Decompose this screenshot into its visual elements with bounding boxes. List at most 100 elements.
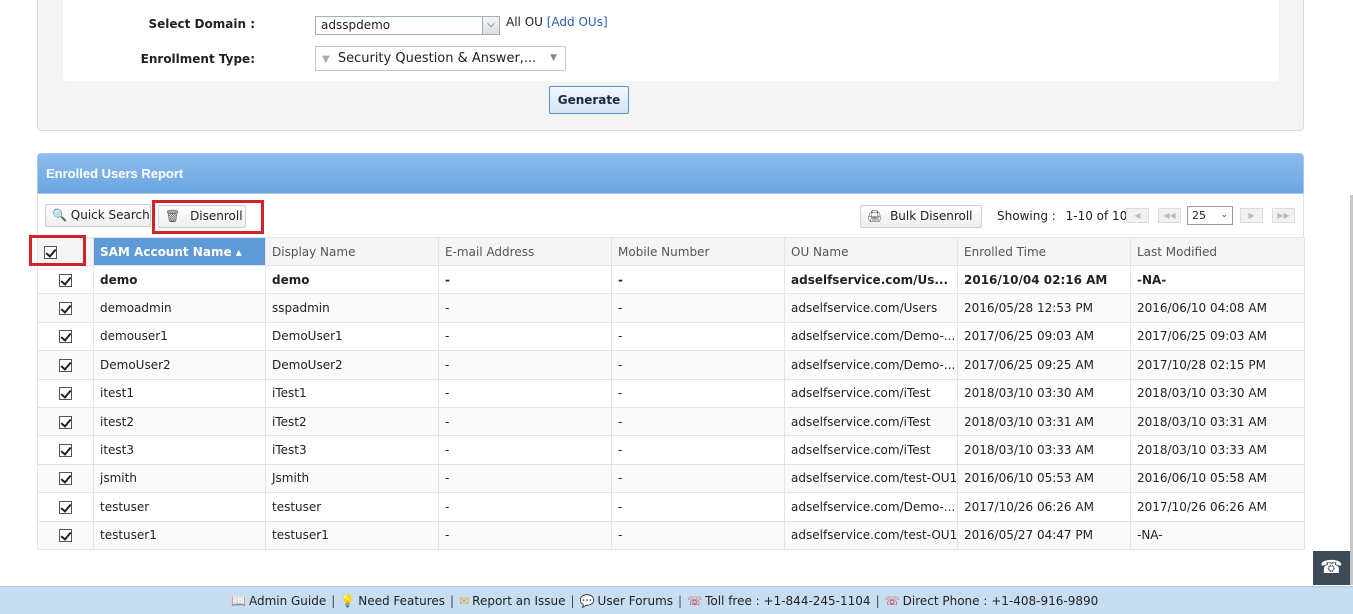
cell-last-modified: 2018/03/10 03:30 AM <box>1130 378 1305 408</box>
row-select-cell[interactable] <box>37 463 94 494</box>
column-header-email[interactable]: E-mail Address <box>438 237 612 266</box>
cell-ou: adselfservice.com/iTest <box>784 406 958 437</box>
cell-last-modified: 2017/06/25 09:03 AM <box>1130 321 1305 352</box>
row-select-cell[interactable] <box>37 293 94 323</box>
table-row[interactable]: testuser testuser - - adselfservice.com/… <box>37 492 1305 522</box>
separator: | <box>450 594 455 608</box>
table-row[interactable]: DemoUser2 DemoUser2 - - adselfservice.co… <box>37 350 1305 380</box>
user-forums-label: User Forums <box>597 594 674 608</box>
admin-guide-link[interactable]: 📖 Admin Guide <box>231 594 326 608</box>
row-checkbox[interactable] <box>59 472 72 486</box>
prev-page-icon[interactable]: ◀◀ <box>1158 208 1181 223</box>
cell-mobile: - <box>611 520 785 550</box>
bulk-disenroll-button[interactable]: 🖨 Bulk Disenroll <box>860 205 982 228</box>
cell-mobile: - <box>611 463 785 494</box>
next-page-icon[interactable]: ▶ <box>1240 208 1263 223</box>
cell-mobile: - <box>611 378 785 408</box>
row-checkbox[interactable] <box>59 273 72 287</box>
cell-email: - <box>438 350 612 380</box>
column-header-ou[interactable]: OU Name <box>784 237 958 266</box>
cell-mobile: - <box>611 435 785 465</box>
user-forums-link[interactable]: 💬 User Forums <box>580 594 673 608</box>
last-page-icon[interactable]: ▶▶ <box>1272 208 1295 223</box>
cell-ou: adselfservice.com/Us... <box>784 264 958 295</box>
cell-sam: testuser1 <box>93 520 266 550</box>
column-header-sam[interactable]: SAM Account Name ▴ <box>93 237 266 266</box>
cell-last-modified: -NA- <box>1130 264 1305 295</box>
table-row[interactable]: itest2 iTest2 - - adselfservice.com/iTes… <box>37 406 1305 437</box>
cell-mobile: - <box>611 350 785 380</box>
row-checkbox[interactable] <box>59 358 72 372</box>
filter-icon: ▼ <box>322 54 330 65</box>
row-select-cell[interactable] <box>37 520 94 550</box>
all-ou-text: All OU <box>506 15 543 29</box>
row-checkbox[interactable] <box>59 500 72 514</box>
lightbulb-icon: 💡 <box>340 594 356 608</box>
cell-mobile: - <box>611 406 785 437</box>
pagination-status: Showing : 1-10 of 10 <box>997 209 1127 223</box>
quick-search-label: Quick Search <box>70 208 150 222</box>
row-select-cell[interactable] <box>37 378 94 408</box>
chevron-down-icon[interactable]: ▼ <box>550 50 557 66</box>
cell-email: - <box>438 293 612 323</box>
chevron-down-icon[interactable]: ⌄ <box>1220 207 1228 224</box>
cell-enrolled-time: 2016/05/27 04:47 PM <box>957 520 1131 550</box>
column-header-enrolled-time[interactable]: Enrolled Time <box>957 237 1131 266</box>
row-checkbox[interactable] <box>59 302 72 316</box>
table-row[interactable]: itest3 iTest3 - - adselfservice.com/iTes… <box>37 435 1305 465</box>
cell-sam: itest3 <box>93 435 266 465</box>
row-select-cell[interactable] <box>37 321 94 352</box>
row-select-cell[interactable] <box>37 264 94 295</box>
row-checkbox[interactable] <box>59 330 72 344</box>
row-checkbox[interactable] <box>59 529 72 543</box>
cell-email: - <box>438 378 612 408</box>
table-row[interactable]: jsmith Jsmith - - adselfservice.com/test… <box>37 463 1305 494</box>
disenroll-button[interactable]: 🗑 Disenroll <box>158 205 246 228</box>
cell-ou: adselfservice.com/Users <box>784 293 958 323</box>
row-checkbox[interactable] <box>59 415 72 429</box>
book-icon: 📖 <box>231 594 246 608</box>
footer-links: 📖 Admin Guide | 💡 Need Features | ✉ Report an I… <box>231 594 1098 608</box>
table-row[interactable]: testuser1 testuser1 - - adselfservice.co… <box>37 520 1305 550</box>
domain-select[interactable]: adsspdemo ⌵ <box>315 16 500 35</box>
filter-form: Select Domain : adsspdemo ⌵ All OU [Add … <box>63 0 1279 81</box>
row-select-cell[interactable] <box>37 350 94 380</box>
showing-label: Showing : <box>997 209 1056 223</box>
column-header-mobile[interactable]: Mobile Number <box>611 237 785 266</box>
cell-mobile: - <box>611 321 785 352</box>
report-title: Enrolled Users Report <box>46 166 184 181</box>
table-row[interactable]: demo demo - - adselfservice.com/Us... 20… <box>37 264 1305 295</box>
table-row[interactable]: demouser1 DemoUser1 - - adselfservice.co… <box>37 321 1305 352</box>
domain-select-value: adsspdemo <box>321 18 391 32</box>
mail-icon: ✉ <box>459 594 470 608</box>
column-header-last-modified[interactable]: Last Modified <box>1130 237 1305 266</box>
enrollment-type-select[interactable]: ▼ Security Question & Answer,... ▼ <box>315 46 566 71</box>
cell-display-name: Jsmith <box>265 463 439 494</box>
enrolled-users-report: Enrolled Users Report 🔍 Quick Search 🗑 D… <box>37 153 1305 550</box>
first-page-icon[interactable]: ◀ <box>1126 208 1149 223</box>
cell-ou: adselfservice.com/test-OU1 <box>784 520 958 550</box>
cell-sam: DemoUser2 <box>93 350 266 380</box>
table-row[interactable]: itest1 iTest1 - - adselfservice.com/iTes… <box>37 378 1305 408</box>
add-ous-link[interactable]: [Add OUs] <box>547 15 608 29</box>
column-header-display-name[interactable]: Display Name <box>265 237 439 266</box>
report-issue-link[interactable]: ✉ Report an Issue <box>459 594 565 608</box>
headset-icon[interactable]: ☎ <box>1313 551 1350 585</box>
row-select-cell[interactable] <box>37 492 94 522</box>
row-checkbox[interactable] <box>59 444 72 458</box>
cell-display-name: testuser1 <box>265 520 439 550</box>
chevron-down-icon[interactable]: ⌵ <box>482 17 499 34</box>
row-select-cell[interactable] <box>37 435 94 465</box>
row-select-cell[interactable] <box>37 406 94 437</box>
generate-button[interactable]: Generate <box>549 86 629 114</box>
cell-sam: itest1 <box>93 378 266 408</box>
row-checkbox[interactable] <box>59 387 72 401</box>
table-row[interactable]: demoadmin sspadmin - - adselfservice.com… <box>37 293 1305 323</box>
cell-mobile: - <box>611 293 785 323</box>
cell-email: - <box>438 321 612 352</box>
page-size-select[interactable]: 25 ⌄ <box>1187 206 1233 225</box>
enrollment-type-label: Enrollment Type: <box>140 52 255 66</box>
toll-free-label: Toll free : +1-844-245-1104 <box>705 594 871 608</box>
quick-search-button[interactable]: 🔍 Quick Search <box>45 204 151 227</box>
need-features-link[interactable]: 💡 Need Features <box>340 594 445 608</box>
